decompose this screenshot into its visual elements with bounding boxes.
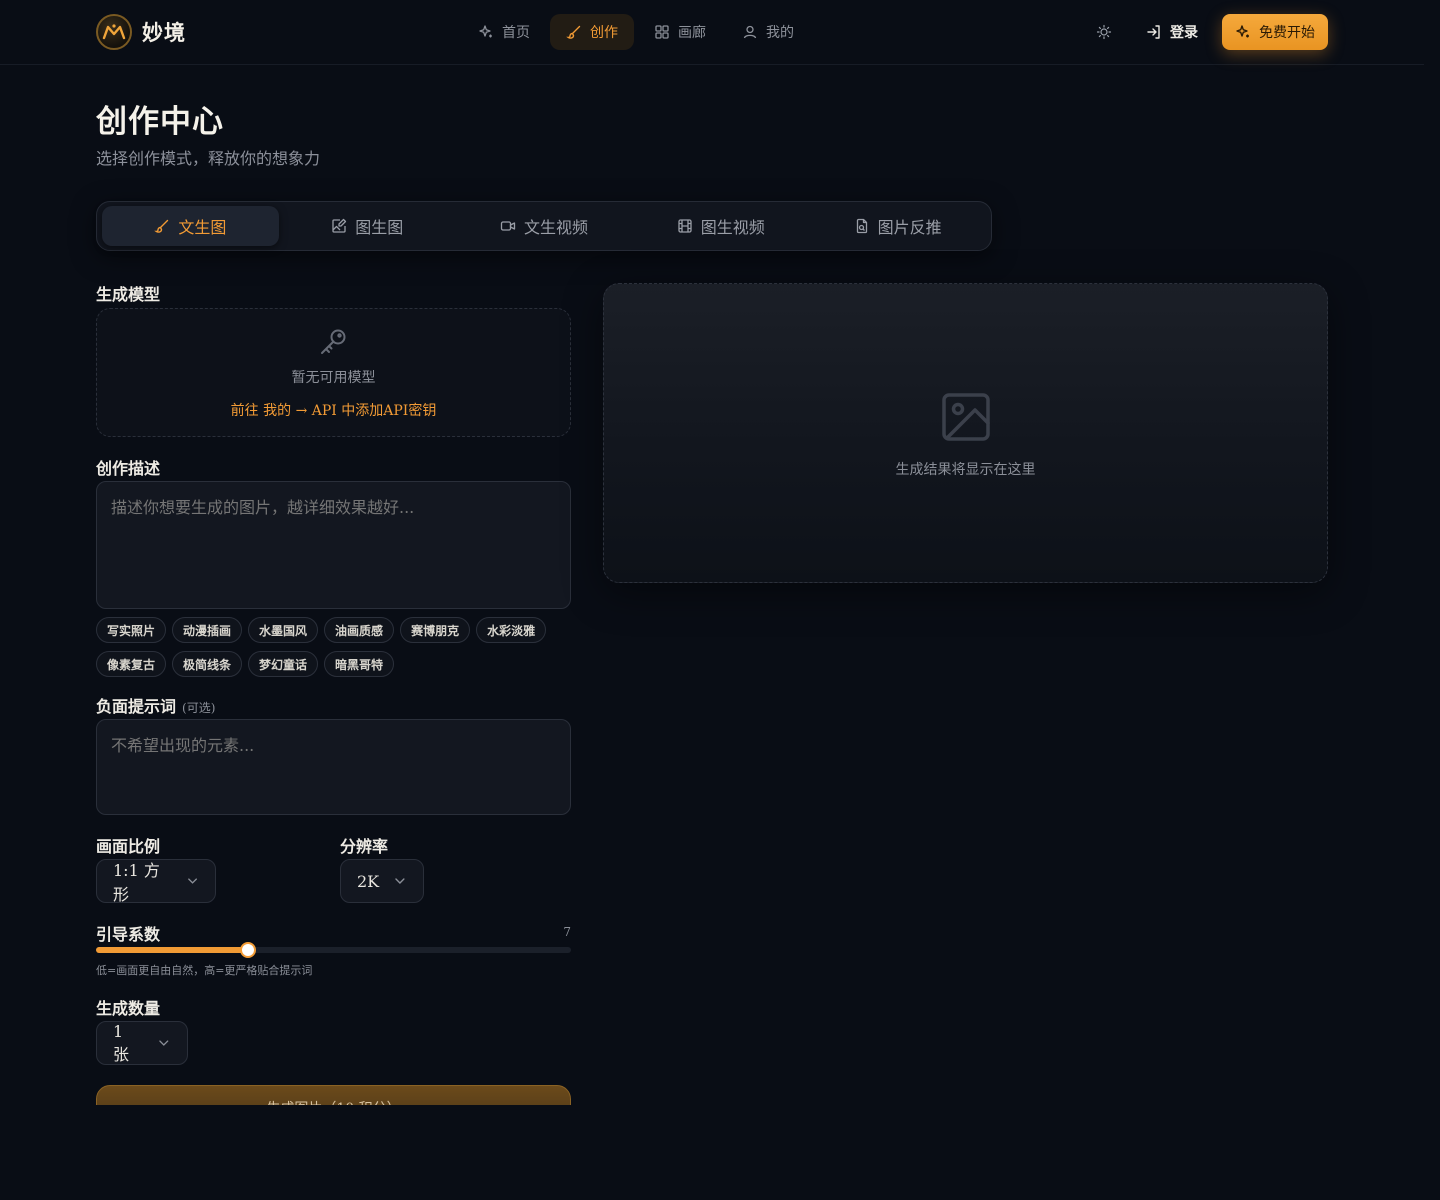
mode-tabs: 文生图 图生图 文生视频 图生视频 图片反推 [96, 201, 992, 251]
style-tag[interactable]: 梦幻童话 [248, 651, 319, 677]
style-tag[interactable]: 水墨国风 [248, 617, 319, 643]
model-empty-text: 暂无可用模型 [291, 370, 376, 386]
tab-label: 文生图 [178, 218, 227, 237]
style-tag[interactable]: 动漫插画 [172, 617, 243, 643]
aspect-ratio-value: 1:1 方形 [113, 861, 160, 904]
logo-mark-icon [96, 14, 132, 50]
key-icon [321, 329, 346, 354]
result-placeholder-text: 生成结果将显示在这里 [895, 462, 1036, 478]
style-tag[interactable]: 赛博朋克 [400, 617, 471, 643]
brand-logo[interactable]: 妙境 [96, 14, 186, 50]
viewport-bottom [0, 1105, 1440, 1200]
style-tag-list: 写实照片 动漫插画 水墨国风 油画质感 赛博朋克 水彩淡雅 像素复古 极简线条 … [96, 617, 576, 677]
guidance-slider-fill [96, 947, 248, 953]
style-tag[interactable]: 油画质感 [324, 617, 395, 643]
tab-text-to-image[interactable]: 文生图 [102, 206, 279, 246]
optional-hint: (可选) [182, 701, 216, 715]
style-tag[interactable]: 水彩淡雅 [476, 617, 547, 643]
user-icon [743, 25, 757, 39]
sparkle-icon [1236, 25, 1249, 38]
result-panel: 生成结果将显示在这里 [603, 283, 1328, 583]
resolution-label: 分辨率 [340, 837, 389, 856]
tab-text-to-video[interactable]: 文生视频 [456, 206, 633, 246]
image-count-value: 1 张 [113, 1021, 130, 1064]
film-icon [678, 219, 692, 233]
image-placeholder-icon [942, 393, 990, 441]
grid-icon [655, 25, 669, 39]
negative-prompt-label: 负面提示词 (可选) [96, 693, 215, 717]
model-label: 生成模型 [96, 285, 161, 304]
tab-image-to-image[interactable]: 图生图 [279, 206, 456, 246]
nav-item-label: 我的 [766, 25, 794, 41]
nav-item-label: 创作 [590, 25, 618, 41]
tab-label: 图生视频 [700, 218, 765, 237]
login-icon [1147, 25, 1160, 39]
tab-label: 图片反推 [877, 218, 942, 237]
style-tag[interactable]: 写实照片 [96, 617, 167, 643]
guidance-slider[interactable] [96, 942, 571, 958]
aspect-ratio-label: 画面比例 [96, 837, 161, 856]
chevron-down-icon [188, 878, 197, 884]
login-label: 登录 [1170, 25, 1198, 41]
free-start-label: 免费开始 [1259, 25, 1315, 41]
negative-prompt-label-text: 负面提示词 [96, 697, 177, 716]
style-tag[interactable]: 像素复古 [96, 651, 167, 677]
tab-image-to-video[interactable]: 图生视频 [632, 206, 809, 246]
image-count-label: 生成数量 [96, 999, 161, 1018]
guidance-value: 7 [563, 925, 571, 939]
image-count-select[interactable]: 1 张 [96, 1021, 188, 1065]
aspect-ratio-select[interactable]: 1:1 方形 [96, 859, 216, 904]
add-api-key-link[interactable]: 前往 我的 → API 中添加API密钥 [97, 400, 570, 420]
theme-toggle-button[interactable] [1092, 20, 1116, 44]
style-tag[interactable]: 暗黑哥特 [324, 651, 395, 677]
guidance-hint: 低=画面更自由自然，高=更严格贴合提示词 [96, 964, 313, 977]
top-nav-bar: 妙境 首页 创作 画廊 我的 登录 免费开始 [0, 0, 1424, 65]
resolution-value: 2K [357, 871, 380, 891]
image-edit-icon [332, 218, 347, 233]
brush-icon [566, 25, 581, 39]
nav-item-label: 画廊 [678, 25, 706, 41]
chevron-down-icon [395, 878, 405, 884]
sun-icon [1096, 24, 1112, 40]
nav-item-mine[interactable]: 我的 [726, 14, 810, 50]
brush-icon [154, 219, 169, 233]
login-button[interactable]: 登录 [1146, 22, 1198, 42]
tab-label: 文生视频 [523, 218, 588, 237]
nav-item-home[interactable]: 首页 [462, 14, 546, 50]
guidance-slider-thumb[interactable] [240, 942, 256, 958]
nav-item-gallery[interactable]: 画廊 [638, 14, 722, 50]
resolution-select[interactable]: 2K [340, 859, 424, 903]
brand-name: 妙境 [142, 20, 186, 45]
main-nav: 首页 创作 画廊 我的 [462, 14, 810, 50]
tab-image-reverse[interactable]: 图片反推 [809, 206, 986, 246]
prompt-textarea[interactable] [96, 481, 571, 609]
page-subtitle: 选择创作模式，释放你的想象力 [96, 149, 321, 168]
tab-label: 图生图 [355, 218, 404, 237]
file-scan-icon [856, 218, 867, 234]
sparkle-icon [479, 25, 492, 38]
free-start-button[interactable]: 免费开始 [1222, 14, 1328, 50]
nav-item-label: 首页 [502, 25, 530, 41]
negative-prompt-textarea[interactable] [96, 719, 571, 815]
prompt-label: 创作描述 [96, 459, 161, 478]
video-icon [500, 221, 516, 231]
page-title: 创作中心 [96, 104, 224, 140]
chevron-down-icon [159, 1040, 169, 1046]
guidance-label: 引导系数 [96, 925, 161, 944]
style-tag[interactable]: 极简线条 [172, 651, 243, 677]
model-empty-box: 暂无可用模型 前往 我的 → API 中添加API密钥 [96, 308, 571, 437]
nav-item-create[interactable]: 创作 [550, 14, 634, 50]
